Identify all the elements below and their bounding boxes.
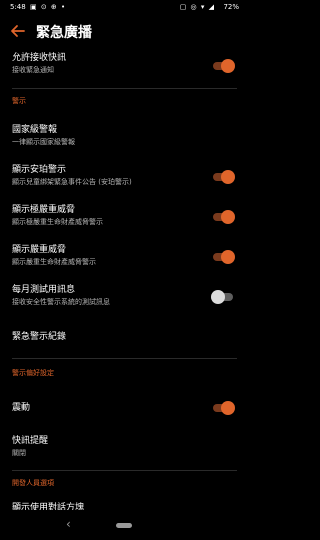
toggle-thumb [221, 250, 235, 264]
back-arrow-icon[interactable] [10, 23, 26, 39]
setting-presidential-alert[interactable]: 國家級警報 一律顯示國家級警報 [12, 125, 237, 147]
nav-back-icon[interactable]: ‹ [66, 517, 71, 531]
system-status-icons: ▢ ◎ ▾ ◢ [179, 3, 215, 11]
section-divider [12, 358, 237, 359]
vibrate-toggle[interactable] [211, 401, 235, 415]
setting-title: 緊急警示紀錄 [12, 332, 67, 342]
section-header-developer: 開發人員選項 [12, 479, 54, 487]
notification-icons: ▣ ⊙ ⊕ • [30, 3, 67, 11]
section-divider [12, 470, 237, 471]
section-header-preferences: 警示偏好設定 [12, 369, 54, 377]
setting-alert-reminder[interactable]: 快訊提醒 關閉 [12, 436, 237, 458]
setting-severe-threat[interactable]: 顯示嚴重威脅 顯示嚴重生命財產威脅警示 [12, 245, 237, 267]
toggle-thumb [211, 290, 225, 304]
navigation-bar: ‹ [0, 510, 249, 540]
setting-subtitle: 一律顯示國家級警報 [12, 138, 75, 146]
extreme-threat-toggle[interactable] [211, 210, 235, 224]
amber-alert-toggle[interactable] [211, 170, 235, 184]
toggle-thumb [221, 210, 235, 224]
setting-title: 顯示嚴重威脅 [12, 245, 67, 255]
setting-amber-alert[interactable]: 顯示安珀警示 顯示兒童綁架緊急事件公告 (安珀警示) [12, 165, 237, 187]
severe-threat-toggle[interactable] [211, 250, 235, 264]
setting-title: 震動 [12, 403, 31, 413]
setting-title: 每月測試用訊息 [12, 285, 76, 295]
battery-level: 72% [223, 3, 239, 11]
setting-alert-history[interactable]: 緊急警示紀錄 [12, 332, 237, 343]
page-title: 緊急廣播 [36, 25, 92, 41]
toggle-thumb [221, 59, 235, 73]
setting-vibrate[interactable]: 震動 [12, 403, 237, 414]
setting-subtitle: 關閉 [12, 449, 26, 457]
setting-title: 顯示極嚴重威脅 [12, 205, 76, 215]
setting-subtitle: 顯示嚴重生命財產威脅警示 [12, 258, 96, 266]
app-bar: 緊急廣播 [0, 16, 249, 48]
setting-subtitle: 顯示極嚴重生命財產威脅警示 [12, 218, 103, 226]
setting-monthly-test[interactable]: 每月測試用訊息 接收安全性警示系統的測試訊息 [12, 285, 237, 307]
setting-subtitle: 顯示兒童綁架緊急事件公告 (安珀警示) [12, 178, 132, 186]
allow-alerts-toggle[interactable] [211, 59, 235, 73]
setting-allow-alerts[interactable]: 允許接收快訊 接收緊急通知 [12, 53, 237, 75]
setting-extreme-threat[interactable]: 顯示極嚴重威脅 顯示極嚴重生命財產威脅警示 [12, 205, 237, 227]
toggle-thumb [221, 401, 235, 415]
section-divider [12, 88, 237, 89]
setting-subtitle: 接收安全性警示系統的測試訊息 [12, 298, 110, 306]
setting-subtitle: 接收緊急通知 [12, 66, 54, 74]
setting-title: 允許接收快訊 [12, 53, 67, 63]
status-time: 5:48 [10, 3, 26, 11]
monthly-test-toggle[interactable] [211, 290, 235, 304]
status-bar: 5:48 ▣ ⊙ ⊕ • ▢ ◎ ▾ ◢ 72% [0, 0, 249, 16]
setting-title: 國家級警報 [12, 125, 58, 135]
setting-title: 快訊提醒 [12, 436, 49, 446]
toggle-thumb [221, 170, 235, 184]
nav-home-pill-icon[interactable] [116, 523, 132, 528]
section-header-alerts: 警示 [12, 97, 26, 105]
setting-title: 顯示安珀警示 [12, 165, 67, 175]
